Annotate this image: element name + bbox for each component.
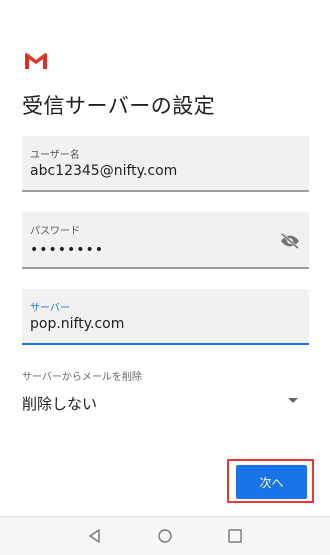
delete-setting-select[interactable]: 削除しない bbox=[22, 393, 97, 414]
system-nav-bar bbox=[0, 516, 330, 555]
server-value[interactable]: pop.nifty.com bbox=[30, 316, 124, 332]
gmail-logo-icon bbox=[25, 53, 47, 69]
home-icon[interactable] bbox=[156, 527, 174, 545]
page-title: 受信サーバーの設定 bbox=[22, 94, 216, 118]
server-label: サーバー bbox=[30, 303, 70, 314]
password-value[interactable]: •••••••• bbox=[30, 242, 104, 258]
password-field[interactable]: パスワード •••••••• bbox=[22, 212, 309, 269]
recent-apps-icon[interactable] bbox=[226, 527, 244, 545]
next-button[interactable]: 次へ bbox=[236, 465, 307, 499]
delete-setting-label: サーバーからメールを削除 bbox=[22, 372, 142, 383]
username-field[interactable]: ユーザー名 abc12345@nifty.com bbox=[22, 136, 309, 192]
username-label: ユーザー名 bbox=[30, 150, 80, 161]
server-field[interactable]: サーバー pop.nifty.com bbox=[22, 289, 309, 345]
password-label: パスワード bbox=[30, 226, 80, 237]
username-value[interactable]: abc12345@nifty.com bbox=[30, 163, 177, 179]
visibility-off-icon[interactable] bbox=[279, 232, 301, 250]
back-icon[interactable] bbox=[86, 527, 104, 545]
dropdown-arrow-icon[interactable] bbox=[288, 398, 298, 403]
